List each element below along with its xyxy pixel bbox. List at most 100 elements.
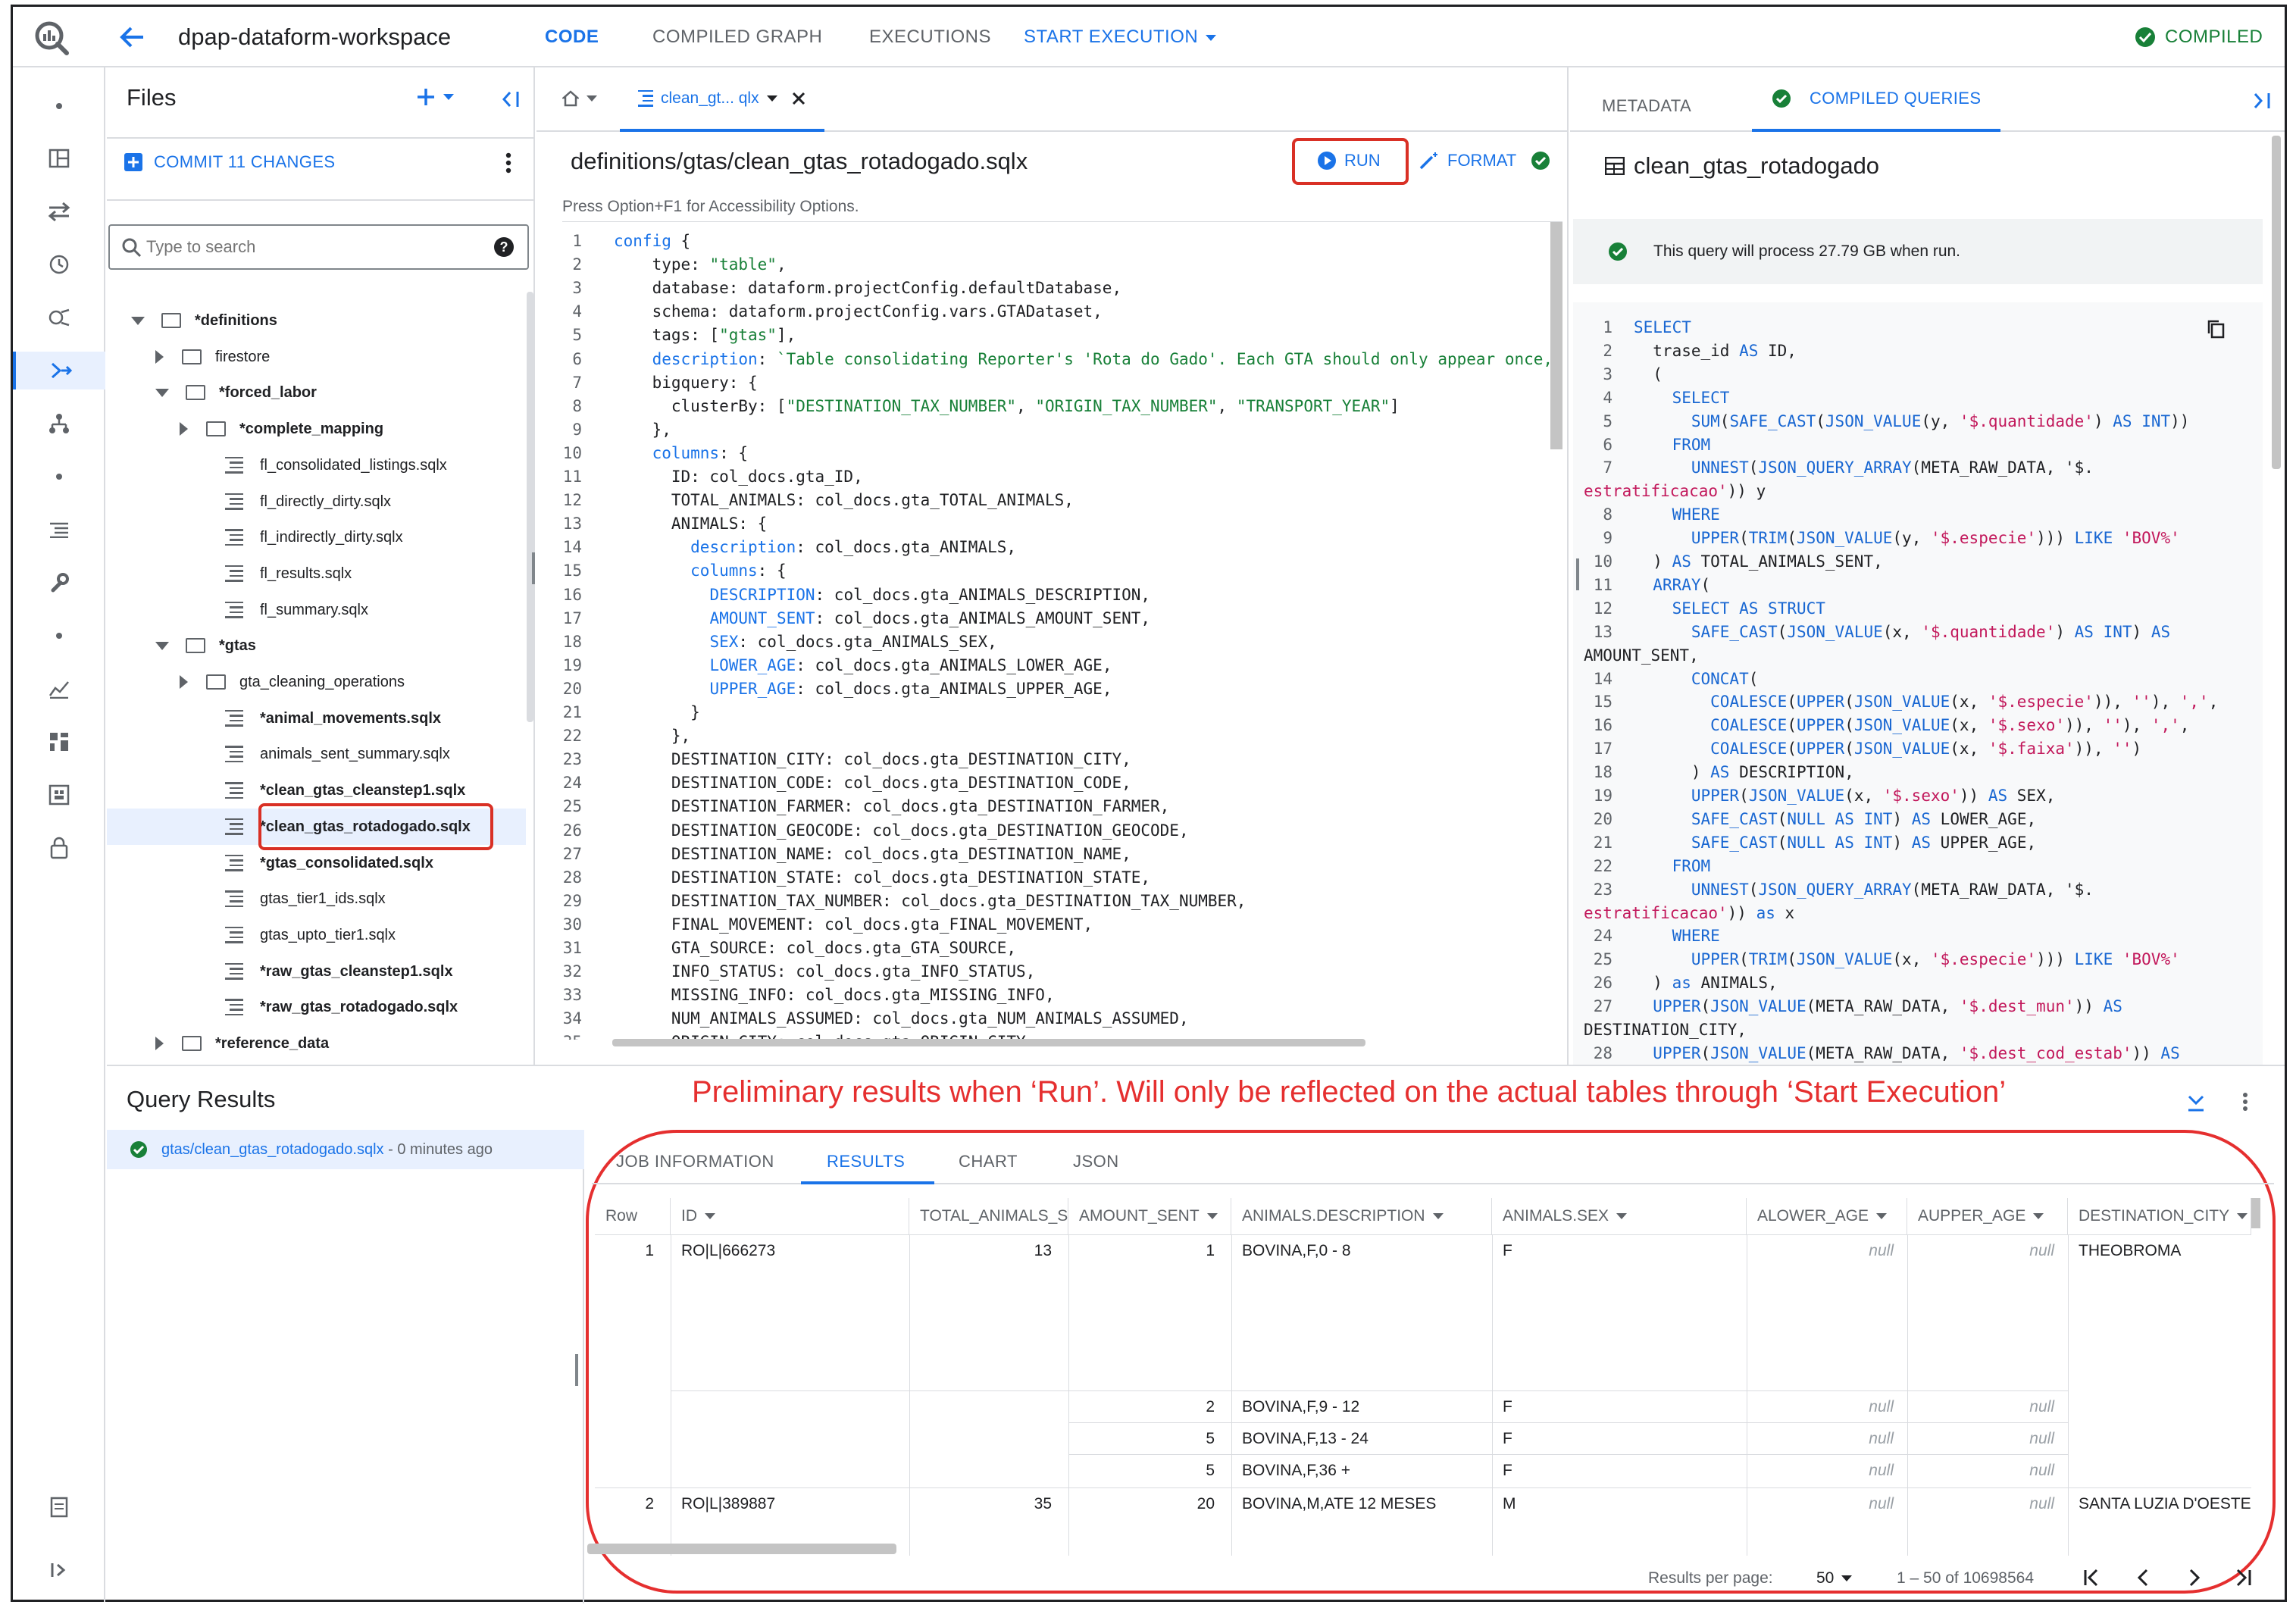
add-file-button[interactable] [416, 87, 454, 107]
tree-folder[interactable]: *definitions [131, 302, 277, 339]
code-area[interactable]: 1 config {2 type: "table", 3 database: dat… [536, 221, 1552, 1040]
help-icon[interactable]: ? [493, 236, 515, 258]
caret-down-icon[interactable] [155, 388, 169, 397]
history-item[interactable]: gtas/clean_gtas_rotadogado.sqlx - 0 minu… [107, 1130, 584, 1169]
editor-hscrollbar[interactable] [612, 1039, 1365, 1046]
collapse-right-icon[interactable] [2252, 92, 2272, 110]
first-page-icon[interactable] [2083, 1568, 2101, 1588]
tree-file[interactable]: fl_directly_dirty.sqlx [225, 483, 391, 520]
chevron-down-icon[interactable] [766, 95, 777, 102]
tree-file[interactable]: *clean_gtas_rotadogado.sqlx [107, 802, 526, 850]
start-execution-button[interactable]: START EXECUTION [1024, 7, 1217, 67]
tab-compiled-queries[interactable]: COMPILED QUERIES [1752, 67, 2001, 132]
prev-page-icon[interactable] [2136, 1568, 2150, 1588]
tab-chart[interactable]: CHART [959, 1152, 1018, 1171]
wrench-icon[interactable] [13, 564, 105, 602]
more-vert-icon[interactable] [505, 152, 511, 174]
dashboard-icon[interactable] [13, 139, 105, 177]
tree-file[interactable]: *raw_gtas_rotadogado.sqlx [225, 989, 458, 1025]
list-icon[interactable] [13, 511, 105, 549]
reservations-icon[interactable] [13, 776, 105, 814]
tree-file[interactable]: fl_results.sqlx [225, 555, 352, 592]
transfers-icon[interactable] [13, 192, 105, 230]
caret-right-icon[interactable] [155, 1037, 164, 1050]
results-vscrollbar[interactable] [2251, 1198, 2260, 1228]
tree-folder[interactable]: gta_cleaning_operations [180, 664, 405, 700]
panel-resize-handle[interactable] [575, 1354, 578, 1386]
sort-dropdown-icon[interactable] [1616, 1213, 1628, 1220]
next-page-icon[interactable] [2188, 1568, 2201, 1588]
last-page-icon[interactable] [2235, 1568, 2253, 1588]
tab-metadata[interactable]: METADATA [1602, 96, 1691, 116]
sort-dropdown-icon[interactable] [1206, 1213, 1218, 1220]
caret-down-icon[interactable] [155, 641, 169, 650]
tree-file[interactable]: animals_sent_summary.sqlx [225, 736, 450, 772]
tab-executions[interactable]: EXECUTIONS [869, 7, 991, 67]
tree-folder[interactable]: *complete_mapping [180, 411, 383, 447]
column-header[interactable]: ID [671, 1198, 909, 1234]
monitoring-icon[interactable] [13, 670, 105, 708]
sort-dropdown-icon[interactable] [2237, 1213, 2248, 1220]
sql-scrollbar[interactable] [2272, 136, 2281, 469]
sort-dropdown-icon[interactable] [705, 1213, 715, 1220]
back-arrow-icon[interactable] [119, 25, 145, 49]
nav-dot-icon[interactable] [13, 87, 105, 125]
column-header[interactable]: Row [595, 1198, 671, 1234]
column-header[interactable]: ANIMALS.DESCRIPTION [1231, 1198, 1492, 1234]
column-header[interactable]: ANIMALS.SEX [1492, 1198, 1747, 1234]
tree-file[interactable]: gtas_tier1_ids.sqlx [225, 881, 386, 917]
caret-right-icon[interactable] [180, 675, 188, 689]
tree-folder[interactable]: firestore [155, 339, 270, 375]
expand-down-icon[interactable] [2186, 1093, 2206, 1113]
lock-icon[interactable] [13, 829, 105, 867]
results-hscrollbar[interactable] [587, 1544, 896, 1554]
caret-down-icon[interactable] [131, 316, 145, 325]
history-icon[interactable] [13, 246, 105, 283]
expand-rail-icon[interactable] [13, 1551, 105, 1589]
tree-folder[interactable]: *gtas [155, 627, 256, 664]
tree-file[interactable]: gtas_upto_tier1.sqlx [225, 917, 396, 953]
tab-job-information[interactable]: JOB INFORMATION [616, 1152, 774, 1171]
tab-compiled-graph[interactable]: COMPILED GRAPH [652, 7, 822, 67]
column-header[interactable]: AUPPER_AGE [1907, 1198, 2068, 1234]
copy-icon[interactable] [2207, 319, 2225, 339]
sort-dropdown-icon[interactable] [1876, 1213, 1888, 1220]
run-button[interactable]: RUN [1317, 151, 1381, 170]
tree-file[interactable]: *gtas_consolidated.sqlx [225, 845, 433, 881]
column-header[interactable]: AMOUNT_SENT [1068, 1198, 1231, 1234]
tab-code[interactable]: CODE [545, 7, 599, 67]
bigquery-logo-icon[interactable] [33, 19, 70, 57]
tree-file[interactable]: *animal_movements.sqlx [225, 700, 441, 737]
collapse-panel-icon[interactable] [501, 90, 521, 108]
tree-folder[interactable]: *reference_data [155, 1025, 329, 1062]
sort-dropdown-icon[interactable] [2033, 1213, 2044, 1220]
tree-file[interactable]: fl_consolidated_listings.sqlx [225, 447, 447, 483]
release-notes-icon[interactable] [13, 1488, 105, 1526]
home-tab-button[interactable] [562, 90, 597, 107]
lineage-icon[interactable] [13, 405, 105, 443]
format-button[interactable]: FORMAT [1419, 151, 1516, 170]
panel-resize-handle[interactable] [1576, 558, 1579, 590]
column-header[interactable]: DESTINATION_CITY [2068, 1198, 2251, 1234]
nav-dot-icon[interactable] [13, 617, 105, 655]
tree-file[interactable]: *raw_gtas_cleanstep1.sqlx [225, 953, 453, 990]
column-header[interactable]: ALOWER_AGE [1747, 1198, 1907, 1234]
close-tab-icon[interactable] [791, 91, 806, 106]
caret-right-icon[interactable] [180, 422, 188, 436]
search-box[interactable]: ? [108, 224, 529, 270]
tree-file[interactable]: fl_summary.sqlx [225, 592, 368, 628]
tab-json[interactable]: JSON [1073, 1152, 1119, 1171]
more-vert-icon[interactable] [2242, 1092, 2248, 1112]
commit-button[interactable]: COMMIT 11 CHANGES [124, 152, 335, 172]
editor-scrollbar[interactable] [1550, 222, 1562, 449]
per-page-select[interactable]: 50 [1816, 1569, 1853, 1588]
tree-scrollbar[interactable] [527, 292, 533, 722]
tree-folder[interactable]: *forced_labor [155, 374, 317, 411]
search-input[interactable] [146, 235, 480, 259]
editor-file-tab[interactable]: clean_gt... qlx [620, 67, 824, 132]
capacity-icon[interactable] [13, 723, 105, 761]
analytics-hub-icon[interactable] [13, 299, 105, 336]
nav-dot-icon[interactable] [13, 458, 105, 496]
dataform-icon[interactable] [13, 352, 105, 389]
caret-right-icon[interactable] [155, 349, 164, 364]
